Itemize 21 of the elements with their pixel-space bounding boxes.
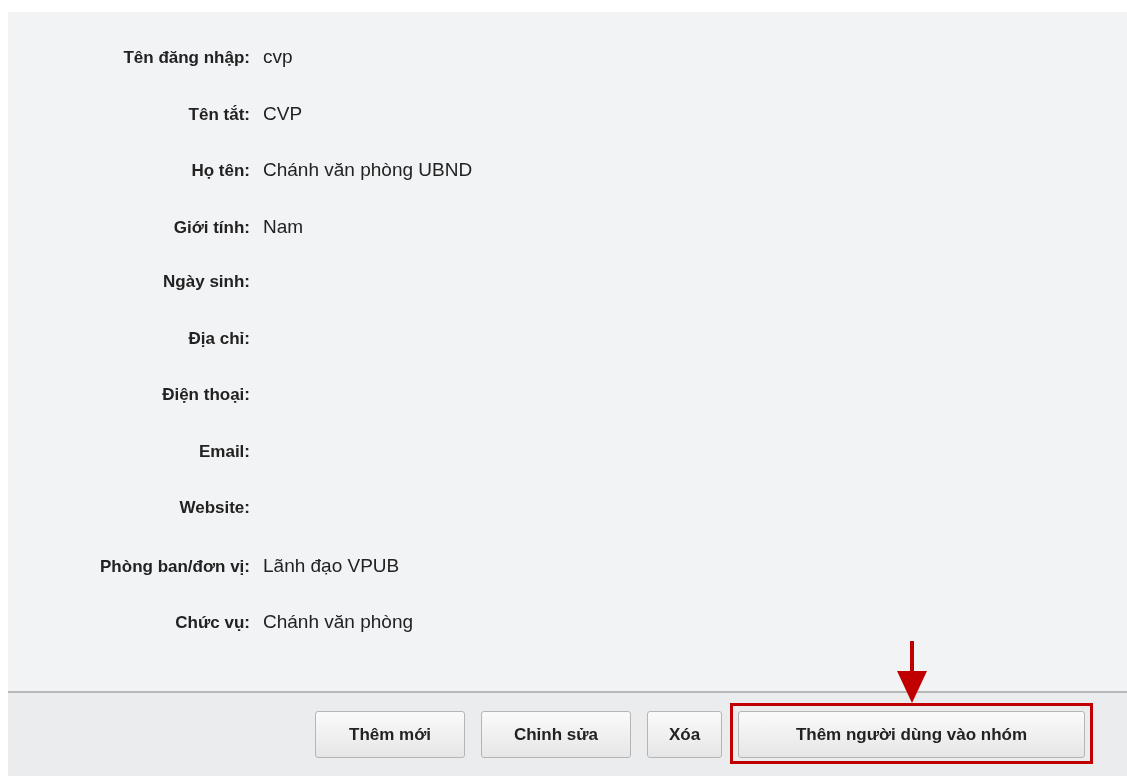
field-label: Website:: [178, 498, 250, 518]
field-value: Chánh văn phòng: [263, 611, 413, 633]
action-button[interactable]: Chỉnh sửa: [481, 711, 631, 758]
action-button[interactable]: Thêm mới: [315, 711, 465, 758]
field-value: CVP: [263, 102, 303, 125]
field-label: Giới tính:: [172, 217, 250, 238]
field-label: Địa chỉ:: [187, 328, 250, 349]
field-label: Điện thoại:: [161, 385, 250, 405]
field-value: cvp: [263, 46, 293, 68]
field-label: Tên tắt:: [187, 104, 250, 125]
field-label: Phòng ban/đơn vị:: [99, 556, 250, 577]
field-label: Ngày sinh:: [162, 272, 250, 292]
action-button[interactable]: Thêm người dùng vào nhóm: [738, 711, 1085, 758]
field-label: Chức vụ:: [174, 613, 250, 633]
field-label: Tên đăng nhập:: [122, 48, 250, 68]
field-label: Họ tên:: [190, 161, 250, 181]
field-value: Chánh văn phòng UBND: [263, 159, 473, 181]
field-label: Email:: [197, 441, 250, 462]
action-button[interactable]: Xóa: [647, 711, 722, 758]
field-value: Lãnh đạo VPUB: [263, 554, 400, 577]
field-value: Nam: [263, 215, 304, 238]
